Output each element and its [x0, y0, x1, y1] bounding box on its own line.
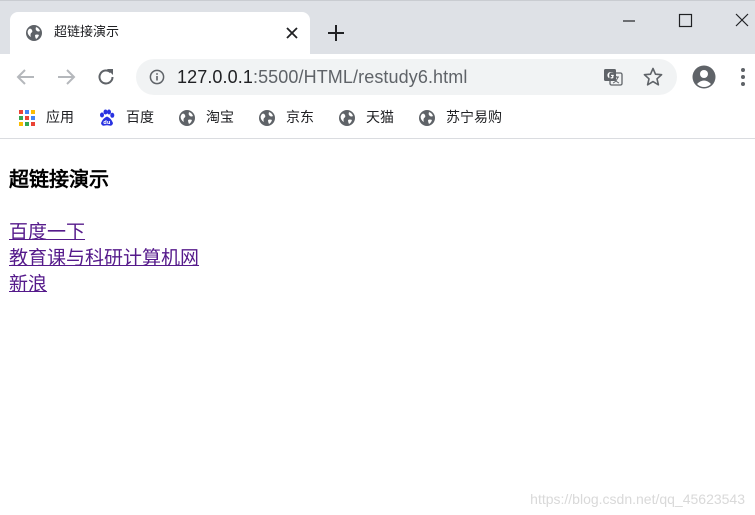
bookmark-jd[interactable]: 京东	[258, 108, 314, 128]
link-baidu[interactable]: 百度一下	[9, 220, 199, 246]
window-minimize-icon[interactable]	[617, 9, 641, 33]
browser-toolbar: 127.0.0.1:5500/HTML/restudy6.html G	[0, 54, 755, 100]
bookmark-label: 应用	[46, 110, 74, 126]
globe-icon	[259, 110, 275, 126]
forward-arrow-icon[interactable]	[55, 66, 77, 88]
page-heading: 超链接演示	[9, 169, 109, 191]
bookmark-label: 苏宁易购	[446, 110, 502, 126]
site-info-icon[interactable]	[149, 69, 165, 85]
url-text[interactable]: 127.0.0.1:5500/HTML/restudy6.html	[177, 66, 467, 88]
bookmark-star-icon[interactable]	[642, 66, 664, 88]
reload-icon[interactable]	[95, 66, 117, 88]
watermark: https://blog.csdn.net/qq_45623543	[530, 491, 745, 507]
bookmark-label: 淘宝	[206, 110, 234, 126]
back-arrow-icon[interactable]	[15, 66, 37, 88]
bookmark-suning[interactable]: 苏宁易购	[418, 108, 502, 128]
bookmark-taobao[interactable]: 淘宝	[178, 108, 234, 128]
window-close-icon[interactable]	[730, 9, 754, 33]
page-content: 超链接演示 百度一下 教育课与科研计算机网 新浪 https://blog.cs…	[0, 140, 755, 515]
bookmark-label: 天猫	[366, 110, 394, 126]
bookmark-apps[interactable]: 应用	[18, 108, 74, 128]
link-list: 百度一下 教育课与科研计算机网 新浪	[9, 220, 199, 298]
tab-active[interactable]: 超链接演示	[10, 12, 310, 55]
bookmarks-bar: 应用 du 百度 淘宝 京东 天猫 苏宁易购	[0, 100, 755, 139]
bookmark-label: 百度	[126, 110, 154, 126]
tab-title: 超链接演示	[54, 25, 120, 40]
globe-icon	[339, 110, 355, 126]
globe-icon	[179, 110, 195, 126]
url-path: :5500/HTML/restudy6.html	[252, 67, 468, 87]
translate-icon[interactable]: G	[603, 67, 623, 87]
address-bar[interactable]: 127.0.0.1:5500/HTML/restudy6.html G	[136, 59, 677, 95]
globe-icon	[26, 25, 42, 41]
url-host: 127.0.0.1	[177, 67, 253, 87]
globe-icon	[419, 110, 435, 126]
bookmark-baidu[interactable]: du 百度	[98, 108, 154, 128]
window-maximize-icon[interactable]	[673, 9, 697, 33]
link-sina[interactable]: 新浪	[9, 272, 199, 298]
menu-kebab-icon[interactable]	[735, 66, 751, 88]
bookmark-label: 京东	[286, 110, 314, 126]
svg-text:du: du	[103, 120, 111, 126]
link-cernet[interactable]: 教育课与科研计算机网	[9, 246, 199, 272]
tab-close-icon[interactable]	[283, 24, 301, 42]
new-tab-plus-icon[interactable]	[325, 22, 347, 44]
bookmark-tmall[interactable]: 天猫	[338, 108, 394, 128]
profile-avatar-icon[interactable]	[692, 65, 716, 89]
baidu-paw-icon: du	[100, 109, 115, 126]
tab-strip: 超链接演示	[0, 0, 755, 55]
apps-grid-icon	[19, 110, 35, 126]
